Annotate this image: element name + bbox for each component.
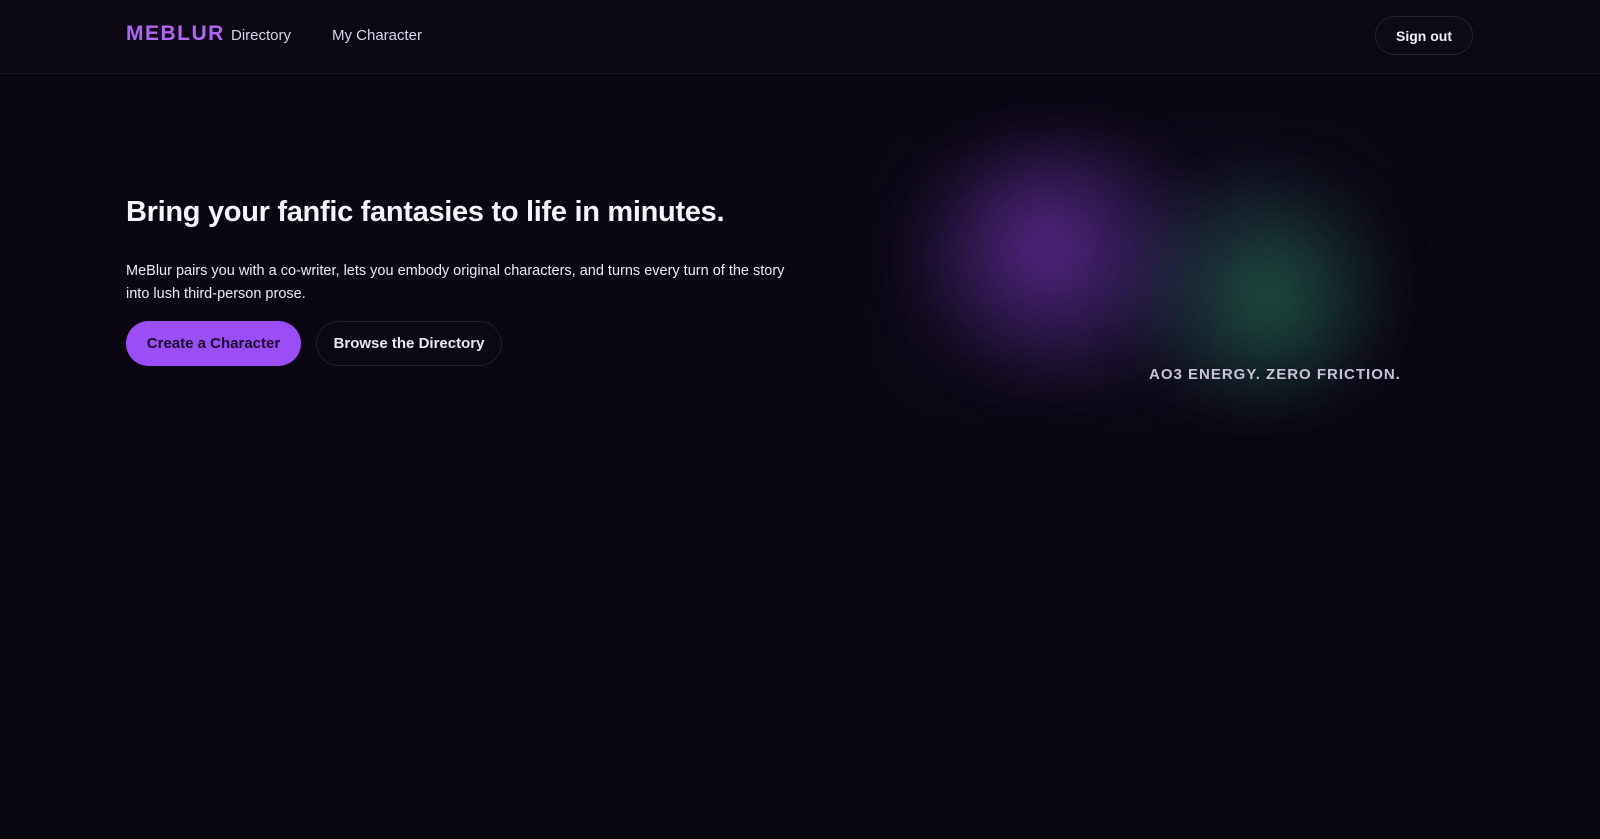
hero-description: MeBlur pairs you with a co-writer, lets … [126, 263, 785, 302]
nav-link-my-character[interactable]: My Character [332, 27, 422, 44]
create-character-button[interactable]: Create a Character [126, 321, 301, 366]
nav-link-directory[interactable]: Directory [231, 27, 291, 44]
sign-out-button[interactable]: Sign out [1375, 16, 1473, 55]
browse-directory-button[interactable]: Browse the Directory [316, 321, 502, 366]
hero-glow-visual [855, 105, 1415, 435]
brand-logo[interactable]: MEBLUR [126, 22, 225, 46]
hero-title: Bring your fanfic fantasies to life in m… [126, 196, 725, 228]
top-navigation-bar: MEBLUR Directory My Character Sign out [0, 0, 1600, 74]
showcase-caption: AO3 ENERGY. ZERO FRICTION. [1149, 366, 1401, 383]
